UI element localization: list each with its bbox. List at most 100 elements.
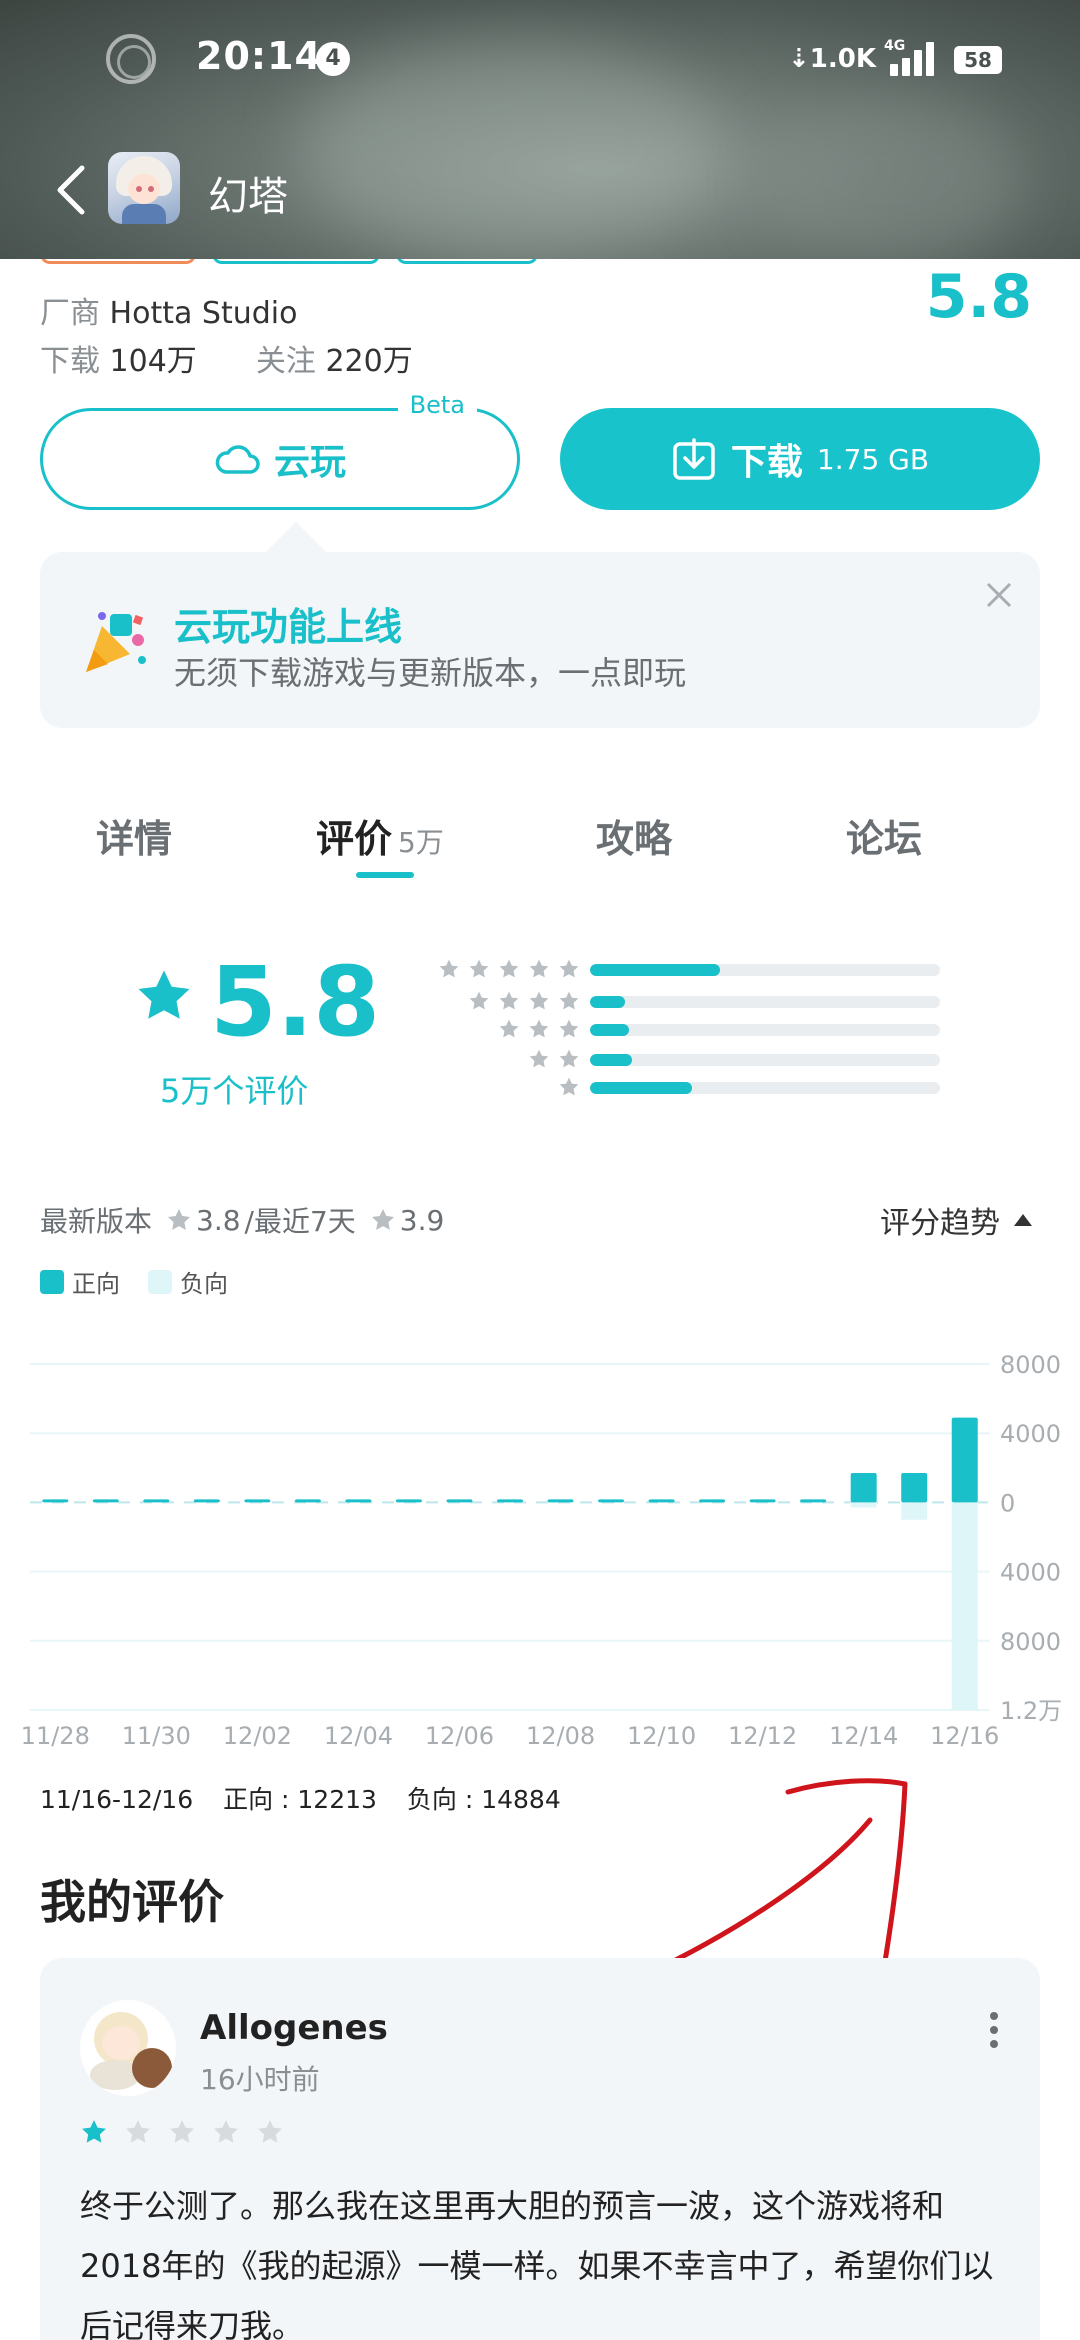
close-icon [986,582,1012,608]
distribution-stars [558,1076,580,1100]
distribution-row [410,1018,940,1042]
cloud-icon [215,445,260,474]
x-tick-label: 11/30 [122,1722,191,1750]
star-icon [469,959,489,978]
cloud-play-label: 云玩 [273,442,346,483]
x-tick-label: 12/10 [627,1722,696,1750]
download-button[interactable]: 下载 1.75 GB [560,408,1040,510]
app-title: 幻塔 [208,174,288,220]
distribution-track [590,964,940,976]
tab-guides[interactable]: 攻略 [596,808,672,863]
legend-swatch-positive [40,1269,64,1294]
avatar[interactable] [80,2000,176,2096]
more-button[interactable] [988,2010,1000,2050]
latest-version-score: 3.8 [196,1203,241,1237]
star-icon [529,959,549,978]
y-tick-label: 1.2万 [1000,1697,1062,1725]
positive-bar [598,1499,625,1503]
distribution-row [410,1076,940,1100]
x-tick-label: 12/14 [829,1722,898,1750]
vendor-line: 厂商 Hotta Studio [40,288,297,332]
vendor-name[interactable]: Hotta Studio [110,296,298,331]
promo-title: 云玩功能上线 [174,605,403,649]
cloud-play-promo[interactable]: 云玩功能上线 无须下载游戏与更新版本，一点即玩 [40,522,1040,728]
star-icon [559,959,579,978]
distribution-row [410,1048,940,1072]
star-icon [214,2120,238,2143]
status-ring-icon [106,34,156,84]
star-icon [559,1077,579,1096]
legend-swatch-negative [148,1269,172,1294]
follows-label: 关注 [255,344,316,379]
notification-badge: 4 [316,42,350,76]
distribution-track [590,1054,940,1066]
star-icon [371,1208,394,1230]
footer-range: 11/16-12/16 [40,1785,194,1814]
vendor-label: 厂商 [40,296,100,331]
tab-label: 论坛 [846,817,923,861]
negative-bar [850,1502,877,1508]
recent-label: /最近7天 [244,1205,356,1238]
tab-reviews[interactable]: 评价 5万 [316,808,444,863]
star-icon [499,959,519,978]
positive-bar [547,1499,574,1503]
y-tick-label: 8000 [1000,1628,1061,1656]
star-icon [126,2120,150,2143]
tab-label: 详情 [96,817,173,861]
star-icon [170,2120,194,2143]
my-review-card[interactable]: Allogenes 16小时前 终于公测了。那么我在这里再大胆的预言一波，这个游… [40,1958,1040,2340]
distribution-track [590,1082,940,1094]
x-tick-label: 12/16 [930,1722,999,1750]
promo-subtitle: 无须下载游戏与更新版本，一点即玩 [174,654,687,692]
footer-negative: 负向 : 14884 [406,1785,561,1814]
overall-score: 5.8 [210,946,381,1058]
distribution-track [590,996,940,1008]
background-blur [760,100,1020,259]
positive-bar [294,1499,321,1503]
signal-icon [886,40,936,76]
star-icon [167,1208,191,1230]
network-speed: ⇣1.0K [788,44,877,74]
star-icon [499,1019,519,1038]
tab-details[interactable]: 详情 [96,808,172,863]
positive-bar [42,1499,69,1503]
star-icon [559,1019,579,1038]
close-button[interactable] [982,578,1016,612]
y-tick-label: 4000 [1000,1559,1061,1587]
download-label: 下载 [730,442,803,483]
beta-badge: Beta [397,391,477,419]
positive-bar [497,1499,523,1503]
user-rating [80,2118,284,2146]
positive-bar [345,1499,372,1503]
username[interactable]: Allogenes [200,2008,388,2048]
positive-bar [395,1499,422,1503]
follows-count: 220万 [325,344,413,379]
positive-bar [92,1499,119,1503]
distribution-bar [590,1054,632,1066]
tab-count: 5万 [398,826,444,859]
latest-version-label: 最新版本 [40,1205,153,1238]
footer-positive: 正向 : 12213 [223,1785,377,1814]
y-tick-label: 4000 [1000,1420,1061,1448]
trend-toggle[interactable]: 评分趋势 [880,1198,1032,1242]
downloads-count: 104万 [109,344,197,379]
tab-label: 攻略 [596,817,673,861]
positive-bar [193,1499,220,1503]
tab-label: 评价 [316,817,393,861]
back-button[interactable] [50,160,94,220]
star-icon [138,970,190,1019]
recent-score: 3.9 [399,1203,445,1237]
positive-bar [143,1499,170,1503]
positive-bar [901,1472,928,1503]
star-icon [529,991,549,1010]
legend-negative: 负向 [180,1270,228,1298]
positive-bar [800,1499,827,1503]
star-icon [559,1049,579,1068]
star-icon [82,2120,106,2143]
cloud-play-button[interactable]: Beta 云玩 [40,391,520,510]
rating-trend-chart: 8000 4000 0 4000 8000 1.2万 11/28 11/30 12/02 12/0… [21,1351,1062,1750]
version-scores: 最新版本 3.8 /最近7天 3.9 [40,1200,444,1240]
tab-forum[interactable]: 论坛 [846,808,922,863]
review-text: 终于公测了。那么我在这里再大胆的预言一波，这个游戏将和2018年的《我的起源》一… [80,2187,994,2340]
stats-line: 下载 104万 关注 220万 [40,336,413,380]
